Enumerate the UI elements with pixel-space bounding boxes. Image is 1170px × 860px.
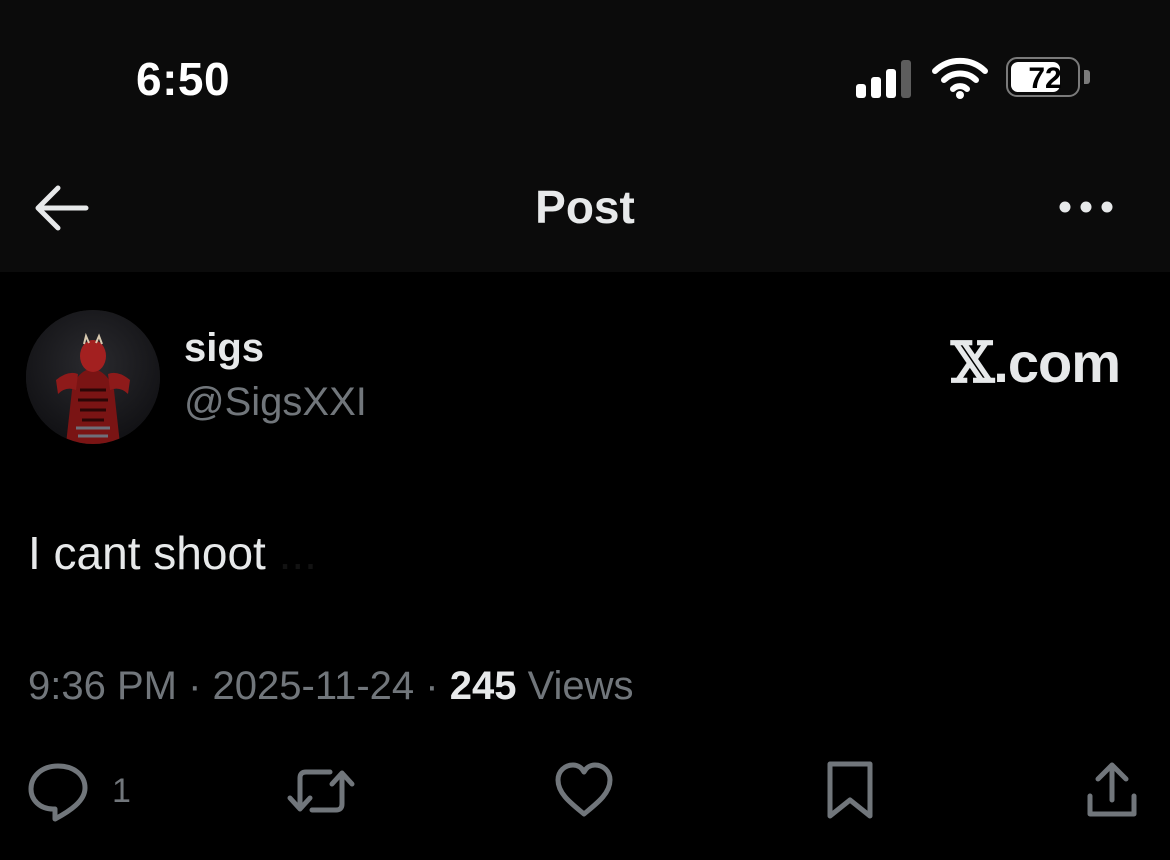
post-text-faded: ... [265,527,317,579]
reply-button[interactable] [26,758,90,824]
like-button[interactable] [554,758,614,824]
bookmark-icon [827,761,873,819]
author-name[interactable]: sigs [184,326,264,371]
post-time: 9:36 PM [28,664,177,708]
views-label[interactable]: Views [516,664,634,708]
reply-icon [28,763,88,822]
status-time: 6:50 [136,53,231,105]
post-date: 2025-11-24 [212,664,415,708]
repost-icon [287,769,355,813]
watermark-text: .com [993,331,1121,394]
more-button[interactable] [1054,192,1118,222]
avatar[interactable] [26,310,160,444]
battery-icon: 72 [1006,57,1094,99]
x-com-watermark: 𝕏.com [950,330,1121,396]
share-icon [1087,762,1137,817]
repost-button[interactable] [286,758,356,824]
x-logo-icon: 𝕏 [950,330,994,396]
battery-level: 72 [1028,62,1062,95]
meta-separator: · [176,664,213,708]
page-title: Post [535,181,635,233]
author-handle[interactable]: @SigsXXI [184,380,367,425]
wifi-icon [932,56,988,100]
views-count[interactable]: 245 [450,664,517,708]
heart-icon [555,762,613,817]
meta-separator: · [414,664,450,708]
more-horizontal-icon [1059,201,1113,213]
post-text-visible: I cant shoot [28,527,266,579]
reply-count[interactable]: 1 [112,772,131,811]
bookmark-button[interactable] [824,758,876,824]
signal-icon [856,60,912,98]
share-button[interactable] [1084,758,1140,824]
post-text: I cant shoot ... [28,526,317,580]
avatar-image [26,310,160,444]
post-meta: 9:36 PM · 2025-11-24 · 245 Views [28,664,634,709]
